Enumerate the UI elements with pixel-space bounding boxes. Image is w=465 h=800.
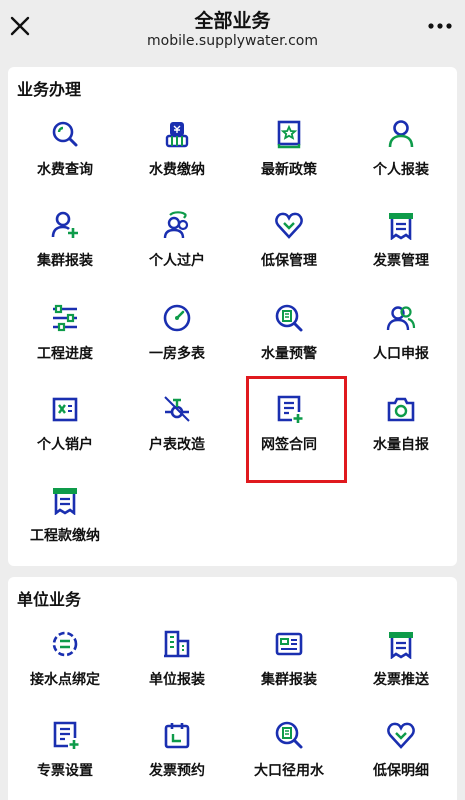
- section-title: 业务办理: [17, 80, 82, 99]
- item-label: 水量自报: [373, 437, 429, 453]
- item-unit-install[interactable]: 单位报装: [121, 629, 233, 709]
- calendar-icon: [164, 723, 190, 749]
- search-icon: [52, 121, 78, 147]
- item-invoice-manage[interactable]: 发票管理: [345, 210, 457, 290]
- item-label: 低保管理: [261, 253, 317, 269]
- item-label: 单位报装: [149, 672, 205, 688]
- item-multi-meter[interactable]: 一房多表: [121, 303, 233, 383]
- valve-icon: [164, 396, 190, 422]
- item-project-fee-payment[interactable]: 工程款缴纳: [9, 485, 121, 565]
- item-label: 发票推送: [373, 672, 429, 688]
- item-population-report[interactable]: 人口申报: [345, 303, 457, 383]
- building-icon: [164, 630, 190, 658]
- item-large-caliber-water[interactable]: 大口径用水: [233, 720, 345, 800]
- person-icon: [388, 120, 414, 148]
- item-label: 专票设置: [37, 763, 93, 779]
- item-label: 最新政策: [261, 162, 317, 178]
- page-url: mobile.supplywater.com: [146, 33, 318, 49]
- policy-book-icon: [277, 120, 301, 149]
- item-invoice-push[interactable]: 发票推送: [345, 629, 457, 709]
- app-header: 全部业务 mobile.supplywater.com: [0, 0, 465, 56]
- item-invoice-appointment[interactable]: 发票预约: [121, 720, 233, 800]
- business-section-card: 业务办理 水费查询 水费缴纳 最新政策 个人报装 集群报装 个人过户 低保管理 …: [8, 67, 457, 566]
- item-label: 个人过户: [149, 253, 205, 269]
- item-label: 低保明细: [373, 763, 429, 779]
- item-label: 人口申报: [373, 346, 429, 362]
- invoice-icon: [389, 632, 413, 659]
- item-label: 水费缴纳: [149, 162, 205, 178]
- item-water-fee-payment[interactable]: 水费缴纳: [121, 119, 233, 199]
- water-warning-icon: [275, 721, 303, 749]
- item-low-income-manage[interactable]: 低保管理: [233, 210, 345, 290]
- item-label: 个人销户: [37, 437, 93, 453]
- water-warning-icon: [275, 304, 303, 332]
- item-label: 个人报装: [373, 162, 429, 178]
- close-account-icon: [52, 397, 78, 422]
- item-low-income-details[interactable]: 低保明细: [345, 720, 457, 800]
- item-label: 一房多表: [149, 346, 205, 362]
- item-cluster-install-unit[interactable]: 集群报装: [233, 629, 345, 709]
- item-label: 集群报装: [261, 672, 317, 688]
- item-label: 接水点绑定: [30, 672, 100, 688]
- id-card-icon: [275, 632, 303, 656]
- special-invoice-icon: [53, 721, 79, 749]
- item-label: 工程进度: [37, 346, 93, 362]
- receipt-icon: [53, 488, 77, 515]
- item-water-point-binding[interactable]: 接水点绑定: [9, 629, 121, 709]
- item-label: 水量预警: [261, 346, 317, 362]
- item-label: 户表改造: [149, 437, 205, 453]
- item-cluster-install[interactable]: 集群报装: [9, 210, 121, 290]
- item-personal-close-account[interactable]: 个人销户: [9, 394, 121, 474]
- item-latest-policy[interactable]: 最新政策: [233, 119, 345, 199]
- more-icon[interactable]: [427, 18, 453, 34]
- people-icon: [386, 306, 416, 331]
- item-personal-install[interactable]: 个人报装: [345, 119, 457, 199]
- group-add-icon: [51, 211, 78, 238]
- highlight-box: [246, 376, 347, 483]
- item-meter-renovation[interactable]: 户表改造: [121, 394, 233, 474]
- payment-icon: [165, 122, 189, 148]
- section-title: 单位业务: [17, 590, 82, 609]
- camera-icon: [387, 397, 415, 422]
- item-water-fee-query[interactable]: 水费查询: [9, 119, 121, 199]
- gauge-icon: [163, 304, 191, 332]
- item-label: 集群报装: [37, 253, 93, 269]
- item-label: 水费查询: [37, 162, 93, 178]
- item-label: 发票预约: [149, 763, 205, 779]
- item-special-invoice-settings[interactable]: 专票设置: [9, 720, 121, 800]
- item-label: 发票管理: [373, 253, 429, 269]
- item-project-progress[interactable]: 工程进度: [9, 303, 121, 383]
- item-label: 工程款缴纳: [30, 528, 100, 544]
- item-personal-transfer[interactable]: 个人过户: [121, 210, 233, 290]
- item-water-self-report[interactable]: 水量自报: [345, 394, 457, 474]
- sliders-icon: [53, 304, 77, 332]
- transfer-user-icon: [163, 211, 189, 239]
- unit-business-card: 单位业务 接水点绑定 单位报装 集群报装 发票推送 专票设置 发票预约 大口径用…: [8, 577, 457, 800]
- invoice-icon: [389, 213, 413, 240]
- heart-icon: [275, 212, 303, 239]
- item-water-warning[interactable]: 水量预警: [233, 303, 345, 383]
- page-title: 全部业务: [194, 10, 271, 32]
- item-label: 大口径用水: [254, 763, 324, 779]
- link-point-icon: [52, 631, 78, 657]
- heart-icon: [387, 722, 415, 749]
